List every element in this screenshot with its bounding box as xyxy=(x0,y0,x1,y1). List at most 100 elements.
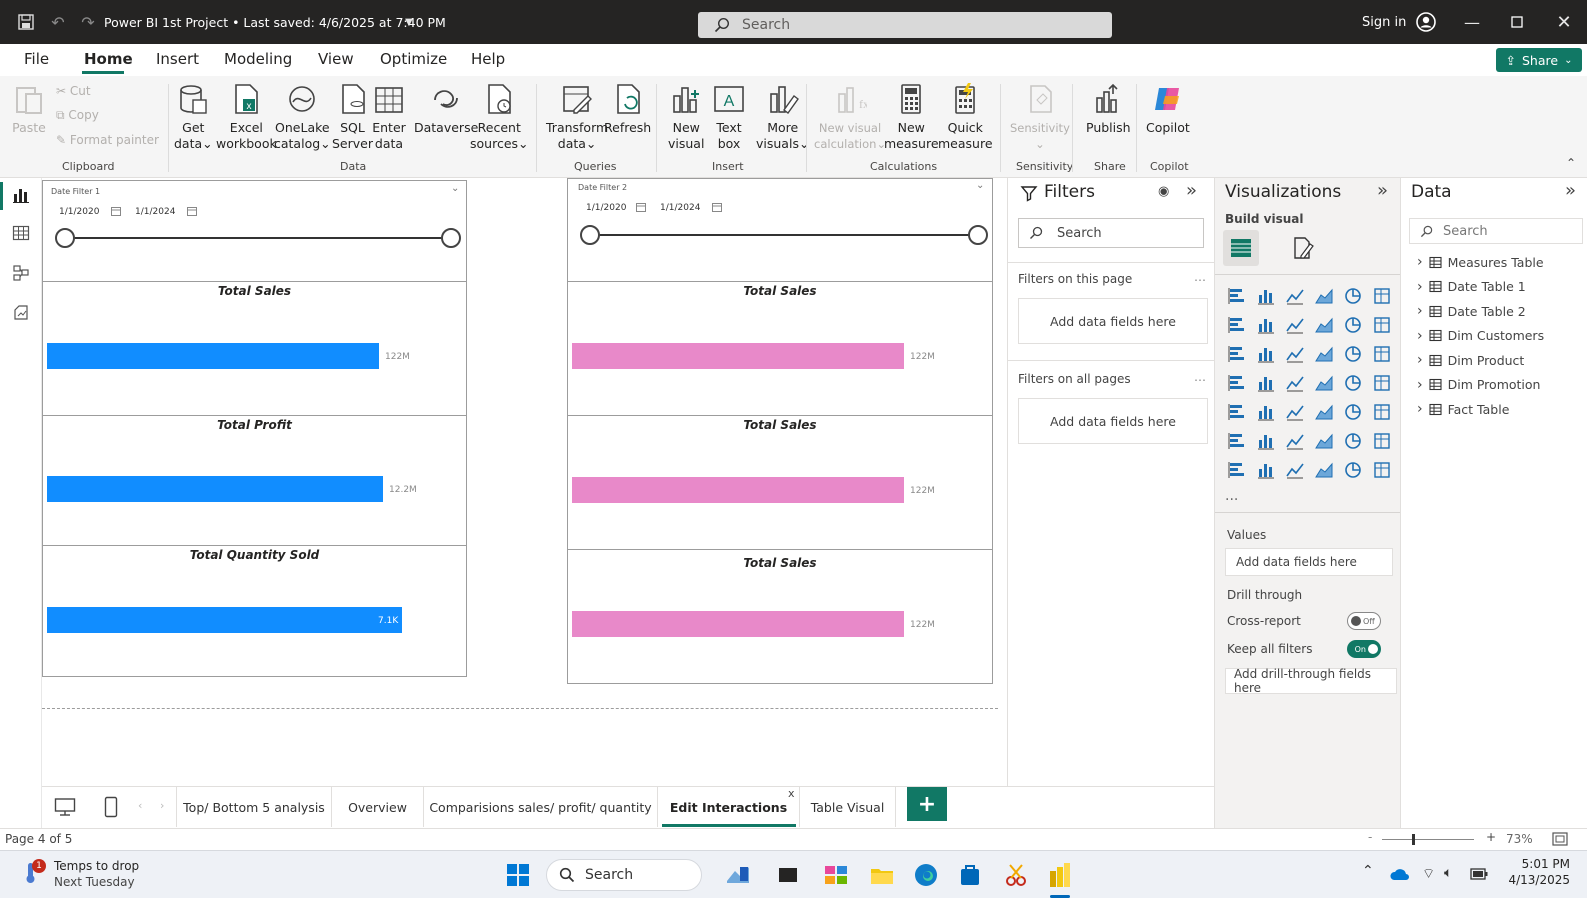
stacked-column-chart-icon[interactable] xyxy=(1256,286,1276,306)
transform-data-button[interactable]: Transform data⌄ xyxy=(546,82,608,152)
filters-page-drop-zone[interactable]: Add data fields here xyxy=(1018,298,1208,344)
calendar-icon[interactable] xyxy=(111,206,121,216)
diamond-visual-icon[interactable] xyxy=(1343,460,1363,480)
power-automate-icon[interactable] xyxy=(1285,460,1305,480)
ribbon-chart-icon[interactable] xyxy=(1372,315,1392,335)
end-date-input[interactable]: 1/1/2024 xyxy=(135,207,175,217)
data-table-item[interactable]: › Dim Product xyxy=(1417,352,1524,368)
tab-insert[interactable]: Insert xyxy=(156,50,199,68)
multi-row-card-icon[interactable] xyxy=(1227,402,1247,422)
line-clustered-column-icon[interactable] xyxy=(1343,315,1363,335)
chevron-right-icon[interactable]: › xyxy=(1417,303,1423,319)
kpi-icon[interactable] xyxy=(1256,402,1276,422)
keep-all-filters-toggle[interactable]: On xyxy=(1347,640,1381,658)
cut-button[interactable]: ✂ Cut xyxy=(56,84,91,98)
account-icon[interactable] xyxy=(1414,0,1438,44)
chevron-right-icon[interactable]: › xyxy=(1417,328,1423,344)
values-drop-zone[interactable]: Add data fields here xyxy=(1225,548,1393,576)
slider-end-handle[interactable] xyxy=(968,225,988,245)
100-stacked-column-icon[interactable] xyxy=(1372,286,1392,306)
drill-through-drop-zone[interactable]: Add drill-through fields here xyxy=(1225,667,1397,695)
refresh-button[interactable]: Refresh xyxy=(604,82,651,136)
scatter-chart-icon[interactable] xyxy=(1285,344,1305,364)
start-date-input[interactable]: 1/1/2020 xyxy=(59,207,99,217)
card-icon[interactable] xyxy=(1372,373,1392,393)
python-visual-icon[interactable] xyxy=(1227,431,1247,451)
clock-date[interactable]: 4/13/2025 xyxy=(1500,873,1570,887)
chevron-right-icon[interactable]: › xyxy=(1417,254,1423,270)
slider-start-handle[interactable] xyxy=(580,225,600,245)
chevron-down-icon[interactable]: ⌄ xyxy=(976,180,984,191)
redo-icon[interactable]: ↷ xyxy=(78,0,98,44)
add-page-button[interactable]: + xyxy=(907,787,947,821)
cross-report-toggle[interactable]: Off xyxy=(1347,612,1381,630)
bar-chart-total-quantity-sold[interactable]: Total Quantity Sold 7.1K xyxy=(43,546,466,676)
new-visual-calculation-button[interactable]: fx New visual calculation⌄ xyxy=(814,82,886,152)
report-view-icon[interactable] xyxy=(12,186,30,204)
chevron-right-icon[interactable]: › xyxy=(1417,377,1423,393)
tab-file[interactable]: File xyxy=(24,50,49,68)
bar-total-quantity-sold[interactable] xyxy=(47,607,402,633)
waterfall-chart-icon[interactable] xyxy=(1227,344,1247,364)
power-apps-icon[interactable] xyxy=(1256,460,1276,480)
task-view-icon[interactable] xyxy=(774,861,802,889)
global-search[interactable]: Search xyxy=(698,12,1112,38)
eye-icon[interactable]: ◉ xyxy=(1158,184,1169,199)
bar-chart-total-sales[interactable]: Total Sales 122M xyxy=(43,282,466,415)
format-painter-button[interactable]: ✎ Format painter xyxy=(56,133,159,147)
page-tab-edit-interactions[interactable]: Edit Interactions xyxy=(658,787,800,827)
page-tab-table-visual[interactable]: Table Visual xyxy=(800,787,896,827)
more-visuals-button[interactable]: More visuals⌄ xyxy=(756,82,809,152)
file-explorer-icon[interactable] xyxy=(868,861,896,889)
quick-measure-button[interactable]: Quick measure xyxy=(938,82,993,152)
volume-icon[interactable]: 🔈︎ xyxy=(1444,865,1452,881)
text-box-button[interactable]: A Text box xyxy=(712,82,746,152)
azure-map-icon[interactable] xyxy=(1285,373,1305,393)
page-tab-comparisions[interactable]: Comparisions sales/ profit/ quantity xyxy=(424,787,658,827)
new-visual-button[interactable]: New visual xyxy=(668,82,704,152)
undo-icon[interactable]: ↶ xyxy=(48,0,68,44)
chevron-right-icon[interactable]: › xyxy=(1417,279,1423,295)
maximize-icon[interactable] xyxy=(1505,0,1529,44)
data-table-item[interactable]: › Dim Customers xyxy=(1417,328,1544,344)
format-visual-icon[interactable] xyxy=(1291,236,1315,260)
sql-server-button[interactable]: SQL Server xyxy=(332,82,373,152)
stacked-area-icon[interactable] xyxy=(1285,315,1305,335)
recent-sources-button[interactable]: Recent sources⌄ xyxy=(470,82,529,152)
chevron-right-icon[interactable]: › xyxy=(1417,352,1423,368)
chevron-up-icon[interactable]: ⌃ xyxy=(1362,863,1374,879)
mobile-view-icon[interactable] xyxy=(104,796,118,818)
tab-modeling[interactable]: Modeling xyxy=(224,50,292,68)
data-search-input[interactable]: Search xyxy=(1409,218,1583,244)
dataverse-button[interactable]: Dataverse xyxy=(414,82,478,136)
new-measure-button[interactable]: New measure xyxy=(884,82,939,152)
bar-total-sales[interactable] xyxy=(572,611,904,637)
100-stacked-bar-icon[interactable] xyxy=(1343,286,1363,306)
stacked-bar-chart-icon[interactable] xyxy=(1227,286,1247,306)
dax-query-view-icon[interactable] xyxy=(12,304,30,322)
paste-button[interactable]: Paste xyxy=(12,82,46,136)
start-date-input[interactable]: 1/1/2020 xyxy=(586,203,626,213)
snipping-tool-icon[interactable] xyxy=(1002,861,1030,889)
custom-visual-icon[interactable] xyxy=(1314,460,1334,480)
model-view-icon[interactable] xyxy=(12,264,30,282)
decomposition-tree-icon[interactable] xyxy=(1285,431,1305,451)
tab-home[interactable]: Home xyxy=(84,50,133,68)
slider-start-handle[interactable] xyxy=(55,228,75,248)
bar-total-sales[interactable] xyxy=(572,477,904,503)
sign-in-link[interactable]: Sign in xyxy=(1362,0,1406,44)
end-date-input[interactable]: 1/1/2024 xyxy=(660,203,700,213)
desktop-view-icon[interactable] xyxy=(54,797,76,817)
save-icon[interactable] xyxy=(16,0,36,44)
pie-chart-icon[interactable] xyxy=(1314,344,1334,364)
bar-chart-total-sales[interactable]: Total Sales 122M xyxy=(568,416,992,549)
calendar-icon[interactable] xyxy=(712,202,722,212)
bar-chart-total-sales[interactable]: Total Sales 122M xyxy=(568,282,992,415)
key-influencers-icon[interactable] xyxy=(1256,431,1276,451)
filters-search-input[interactable]: Search xyxy=(1018,218,1204,248)
zoom-slider-handle[interactable] xyxy=(1412,834,1415,845)
collapse-ribbon-icon[interactable]: ⌃ xyxy=(1566,156,1576,170)
taskbar-search-box[interactable]: Search xyxy=(546,859,702,891)
power-bi-icon[interactable] xyxy=(1046,861,1074,889)
expand-pane-icon[interactable]: » xyxy=(1565,180,1576,201)
